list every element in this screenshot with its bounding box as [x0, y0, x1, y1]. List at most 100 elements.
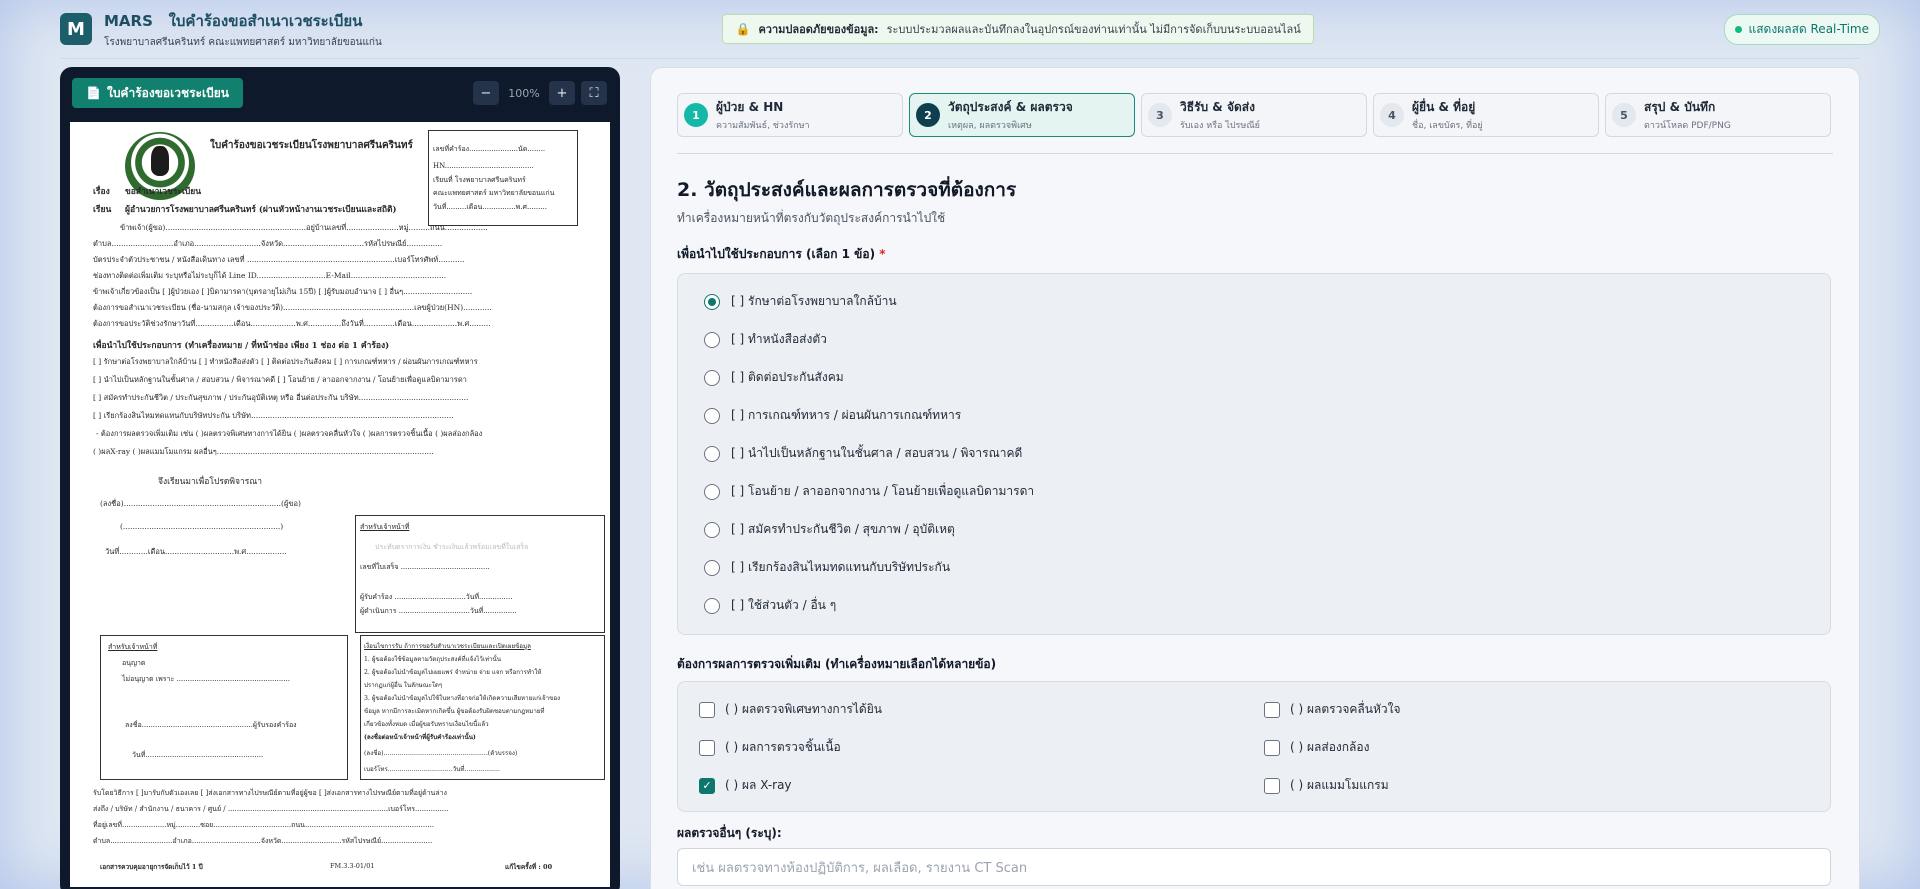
radio-button[interactable]: [704, 369, 720, 386]
doc-box-line: เรียนที่ โรงพยาบาลศรีนครินทร์: [433, 176, 526, 184]
doc-cond-line: 1. ผู้ขอต้องใช้ข้อมูลตามวัตถุประสงค์ที่แ…: [364, 656, 501, 663]
radio-button[interactable]: [704, 407, 720, 424]
doc-staff-line: ประทับตราการเงิน ชำระเงินแล้วพร้อมเลขที่…: [375, 543, 529, 551]
form-paper: ใบคำร้องขอเวชระเบียนโรงพยาบาลศรีนครินทร์…: [70, 122, 610, 887]
result-option[interactable]: ( ) ผลการตรวจชิ้นเนื้อ: [699, 738, 841, 757]
app-header: M MARS ใบคำร้องขอสำเนาเวชระเบียน โรงพยาบ…: [0, 0, 1920, 58]
option-label: [ ] สมัครทำประกันชีวิต / สุขภาพ / อุบัติ…: [731, 522, 955, 536]
live-preview-toggle[interactable]: แสดงผลสด Real-Time: [1724, 13, 1880, 45]
step-2-tab[interactable]: 2 วัตถุประสงค์ & ผลตรวจเหตุผล, ผลตรวจพิเ…: [909, 93, 1135, 137]
form-title: ใบคำร้องขอสำเนาเวชระเบียน: [168, 11, 363, 30]
section-heading: 2. วัตถุประสงค์และผลการตรวจที่ต้องการ: [677, 179, 1017, 201]
result-option[interactable]: ✓ ( ) ผล X-ray: [699, 776, 792, 795]
required-mark: *: [879, 247, 886, 261]
step-number: 5: [1612, 103, 1636, 127]
checkbox[interactable]: [699, 701, 715, 718]
preview-title-button[interactable]: 📄 ใบคำร้องขอเวชระเบียน: [72, 78, 243, 108]
app-name: MARS: [104, 11, 153, 30]
doc-line: ต้องการขอประวัติช่วงรักษาวันที่.........…: [93, 319, 491, 328]
section-subheading: ทำเครื่องหมายหน้าที่ตรงกับวัตถุประสงค์กา…: [677, 211, 946, 225]
purpose-option[interactable]: [ ] รักษาต่อโรงพยาบาลใกล้บ้าน: [704, 292, 897, 311]
step-title: สรุป & บันทึก: [1644, 100, 1716, 114]
purpose-label-text: เพื่อนำไปใช้ประกอบการ (เลือก 1 ข้อ): [677, 247, 876, 261]
checkbox[interactable]: [1264, 777, 1280, 794]
step-number: 1: [684, 103, 708, 127]
purpose-option[interactable]: [ ] นำไปเป็นหลักฐานในชั้นศาล / สอบสวน / …: [704, 444, 1022, 463]
zoom-in-button[interactable]: +: [549, 81, 575, 105]
purpose-option[interactable]: [ ] ใช้ส่วนตัว / อื่น ๆ: [704, 596, 836, 615]
doc-address-line: ตำบล............................อำเภอ...…: [93, 837, 433, 845]
fullscreen-button[interactable]: ⛶: [581, 81, 607, 105]
doc-purpose-line: - ต้องการผลตรวจเพิ่มเติม เช่น ( )ผลตรวจพ…: [96, 429, 483, 438]
checkbox[interactable]: ✓: [699, 777, 715, 794]
doc-purpose-line: [ ] สมัครทำประกันชีวิต / ประกันสุขภาพ / …: [93, 393, 469, 402]
radio-button[interactable]: [704, 483, 720, 500]
radio-button[interactable]: [704, 521, 720, 538]
step-subtitle: ดาวน์โหลด PDF/PNG: [1644, 121, 1731, 131]
step-1-tab[interactable]: 1 ผู้ป่วย & HN ความสัมพันธ์, ช่วงรักษา: [677, 93, 903, 137]
option-label: [ ] โอนย้าย / ลาออกจากงาน / โอนย้ายเพื่อ…: [731, 484, 1035, 498]
radio-button[interactable]: [704, 331, 720, 348]
doc-box-line: HN......................................…: [433, 162, 534, 170]
step-3-tab[interactable]: 3 วิธีรับ & จัดส่ง รับเอง หรือ ไปรษณีย์: [1141, 93, 1367, 137]
option-label: ( ) ผลส่องกล้อง: [1290, 740, 1370, 754]
purpose-option[interactable]: [ ] สมัครทำประกันชีวิต / สุขภาพ / อุบัติ…: [704, 520, 955, 539]
purpose-option[interactable]: [ ] โอนย้าย / ลาออกจากงาน / โอนย้ายเพื่อ…: [704, 482, 1034, 501]
doc-footer-rev: แก้ไขครั้งที่ : 00: [505, 863, 553, 871]
doc-address-line: ที่อยู่เลขที่....................หมู่...…: [93, 821, 435, 829]
purpose-option[interactable]: [ ] ติดต่อประกันสังคม: [704, 368, 844, 387]
radio-button[interactable]: [704, 293, 720, 310]
step-title: วัตถุประสงค์ & ผลตรวจ: [948, 100, 1073, 114]
step-5-tab[interactable]: 5 สรุป & บันทึกดาวน์โหลด PDF/PNG: [1605, 93, 1831, 137]
zoom-out-button[interactable]: −: [473, 81, 499, 105]
doc-box-line: คณะแพทยศาสตร์ มหาวิทยาลัยขอนแก่น: [433, 189, 555, 197]
doc-approve-line: อนุญาต: [122, 659, 146, 667]
doc-purpose-line: [ ] เรียกร้องสินไหมทดแทนกับบริษัทประกัน …: [93, 411, 454, 420]
result-option[interactable]: ( ) ผลตรวจพิเศษทางการได้ยิน: [699, 700, 882, 719]
other-results-input[interactable]: เช่น ผลตรวจทางห้องปฏิบัติการ, ผลเลือด, ร…: [677, 848, 1831, 886]
radio-button[interactable]: [704, 559, 720, 576]
doc-subject: ขอสำเนาเวชระเบียน: [125, 187, 202, 197]
privacy-text: ระบบประมวลผลและบันทึกลงในอุปกรณ์ของท่านเ…: [886, 23, 1301, 36]
checkbox[interactable]: [1264, 701, 1280, 718]
step-title: วิธีรับ & จัดส่ง: [1180, 100, 1255, 114]
doc-address-line: ส่งถึง / บริษัท / สำนักงาน / ธนาคาร / ศู…: [93, 805, 449, 813]
step-number: 2: [916, 103, 940, 127]
doc-line: ต้องการขอสำเนาเวชระเบียน (ชื่อ-นามสกุล เ…: [93, 303, 492, 312]
header-divider: [60, 58, 1860, 59]
doc-to: ผู้อำนวยการโรงพยาบาลศรีนครินทร์ (ผ่านหัว…: [125, 205, 397, 215]
doc-purpose-line: [ ] นำไปเป็นหลักฐานในชั้นศาล / สอบสวน / …: [93, 375, 467, 384]
zoom-level: 100%: [508, 86, 540, 100]
doc-line: ช่องทางติดต่อเพิ่มเติม ระบุหรือไม่ระบุก็…: [93, 271, 447, 280]
zoom-controls: − 100% + ⛶: [473, 81, 607, 105]
step-4-tab[interactable]: 4 ผู้ยื่น & ที่อยู่ ชื่อ, เลขบัตร, ที่อยู…: [1373, 93, 1599, 137]
fullscreen-icon: ⛶: [589, 85, 599, 101]
result-option[interactable]: ( ) ผลตรวจคลื่นหัวใจ: [1264, 700, 1401, 719]
doc-staff-line: เลขที่ใบเสร็จ ..........................…: [360, 563, 490, 571]
doc-approve-head: สำหรับเจ้าหน้าที่: [108, 643, 158, 651]
checkbox[interactable]: [1264, 739, 1280, 756]
purpose-label: เพื่อนำไปใช้ประกอบการ (เลือก 1 ข้อ) *: [677, 245, 886, 264]
privacy-title: ความปลอดภัยของข้อมูล:: [758, 23, 879, 36]
app-title: MARS ใบคำร้องขอสำเนาเวชระเบียน: [104, 9, 382, 33]
option-label: [ ] นำไปเป็นหลักฐานในชั้นศาล / สอบสวน / …: [731, 446, 1023, 460]
result-option[interactable]: ( ) ผลส่องกล้อง: [1264, 738, 1369, 757]
doc-line: บัตรประจำตัวประชาชน / หนังสือเดินทาง เลข…: [93, 255, 465, 264]
option-label: ( ) ผลตรวจพิเศษทางการได้ยิน: [725, 702, 882, 716]
radio-button[interactable]: [704, 597, 720, 614]
results-label: ต้องการผลการตรวจเพิ่มเติม (ทำเครื่องหมาย…: [677, 657, 997, 671]
checkbox[interactable]: [699, 739, 715, 756]
radio-button[interactable]: [704, 445, 720, 462]
purpose-option[interactable]: [ ] เรียกร้องสินไหมทดแทนกับบริษัทประกัน: [704, 558, 950, 577]
step-subtitle: เหตุผล, ผลตรวจพิเศษ: [948, 121, 1032, 131]
step-subtitle: ชื่อ, เลขบัตร, ที่อยู่: [1412, 121, 1483, 131]
doc-footer-code: FM.3.3-01/01: [330, 862, 375, 870]
step-number: 3: [1148, 103, 1172, 127]
purpose-option[interactable]: [ ] การเกณฑ์ทหาร / ผ่อนผันการเกณฑ์ทหาร: [704, 406, 961, 425]
doc-cond-line: 3. ผู้ขอต้องไม่นำข้อมูลไปใช้ในทางที่อาจก…: [364, 695, 561, 702]
purpose-option[interactable]: [ ] ทำหนังสือส่งตัว: [704, 330, 827, 349]
result-option[interactable]: ( ) ผลแมมโมแกรม: [1264, 776, 1389, 795]
doc-staff-line: ผู้ดำเนินการ ...........................…: [360, 607, 517, 615]
check-icon: ✓: [702, 779, 712, 792]
purpose-options: [ ] รักษาต่อโรงพยาบาลใกล้บ้าน [ ] ทำหนัง…: [677, 273, 1831, 635]
